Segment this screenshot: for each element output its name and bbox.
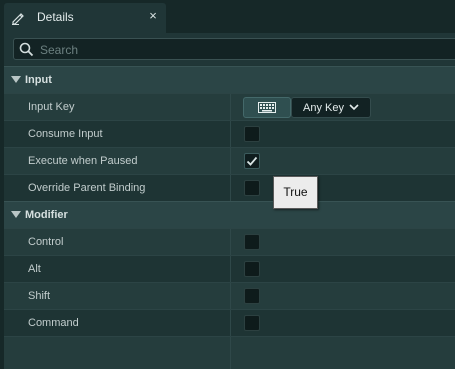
column-divider[interactable] [230, 94, 231, 121]
tab-strip: Details × [0, 0, 455, 33]
column-divider[interactable] [230, 175, 231, 202]
execute-when-paused-checkbox[interactable] [244, 153, 260, 169]
chevron-down-icon [349, 104, 359, 111]
key-dropdown-value: Any Key [303, 102, 344, 114]
column-divider[interactable] [230, 121, 231, 148]
property-name: Consume Input [28, 128, 103, 140]
search-area [4, 33, 455, 65]
property-name: Execute when Paused [28, 155, 138, 167]
pencil-icon [12, 13, 24, 25]
property-name: Control [28, 236, 64, 248]
property-name: Shift [28, 290, 51, 302]
override-parent-binding-checkbox[interactable] [244, 180, 260, 196]
close-icon[interactable]: × [146, 8, 160, 24]
property-name: Override Parent Binding [28, 182, 146, 194]
property-row-override-parent-binding: Override Parent Binding [4, 174, 455, 202]
tab-details[interactable]: Details × [4, 3, 166, 33]
column-divider[interactable] [230, 283, 231, 310]
property-row-shift: Shift [4, 282, 455, 310]
checkmark-icon [246, 156, 258, 166]
column-divider[interactable] [230, 337, 231, 369]
column-divider[interactable] [230, 256, 231, 283]
search-box[interactable] [13, 38, 455, 60]
key-dropdown[interactable]: Any Key [291, 97, 371, 118]
search-input[interactable] [40, 40, 440, 59]
details-panel: Input Input Key Any Key Consume Input Ex… [4, 66, 455, 369]
tooltip: True [273, 176, 318, 209]
chevron-down-icon[interactable] [11, 211, 21, 219]
keyboard-icon [258, 102, 276, 113]
alt-checkbox[interactable] [244, 261, 260, 277]
consume-input-checkbox[interactable] [244, 126, 260, 142]
category-modifier[interactable]: Modifier [4, 201, 455, 228]
property-row-consume-input: Consume Input [4, 120, 455, 148]
column-divider[interactable] [230, 310, 231, 337]
tab-title: Details [37, 10, 74, 24]
panel-empty-area [4, 336, 455, 369]
property-row-input-key: Input Key Any Key [4, 93, 455, 121]
property-name: Alt [28, 263, 41, 275]
category-label: Input [25, 74, 52, 86]
column-divider[interactable] [230, 229, 231, 256]
property-row-alt: Alt [4, 255, 455, 283]
category-input[interactable]: Input [4, 66, 455, 93]
command-checkbox[interactable] [244, 315, 260, 331]
property-name: Command [28, 317, 79, 329]
property-row-execute-when-paused: Execute when Paused [4, 147, 455, 175]
property-row-control: Control [4, 228, 455, 256]
control-checkbox[interactable] [244, 234, 260, 250]
column-divider[interactable] [230, 148, 231, 175]
chevron-down-icon[interactable] [11, 76, 21, 84]
property-row-command: Command [4, 309, 455, 337]
category-label: Modifier [25, 209, 68, 221]
key-capture-button[interactable] [243, 97, 291, 118]
search-icon [19, 42, 34, 57]
property-name: Input Key [28, 101, 75, 113]
shift-checkbox[interactable] [244, 288, 260, 304]
